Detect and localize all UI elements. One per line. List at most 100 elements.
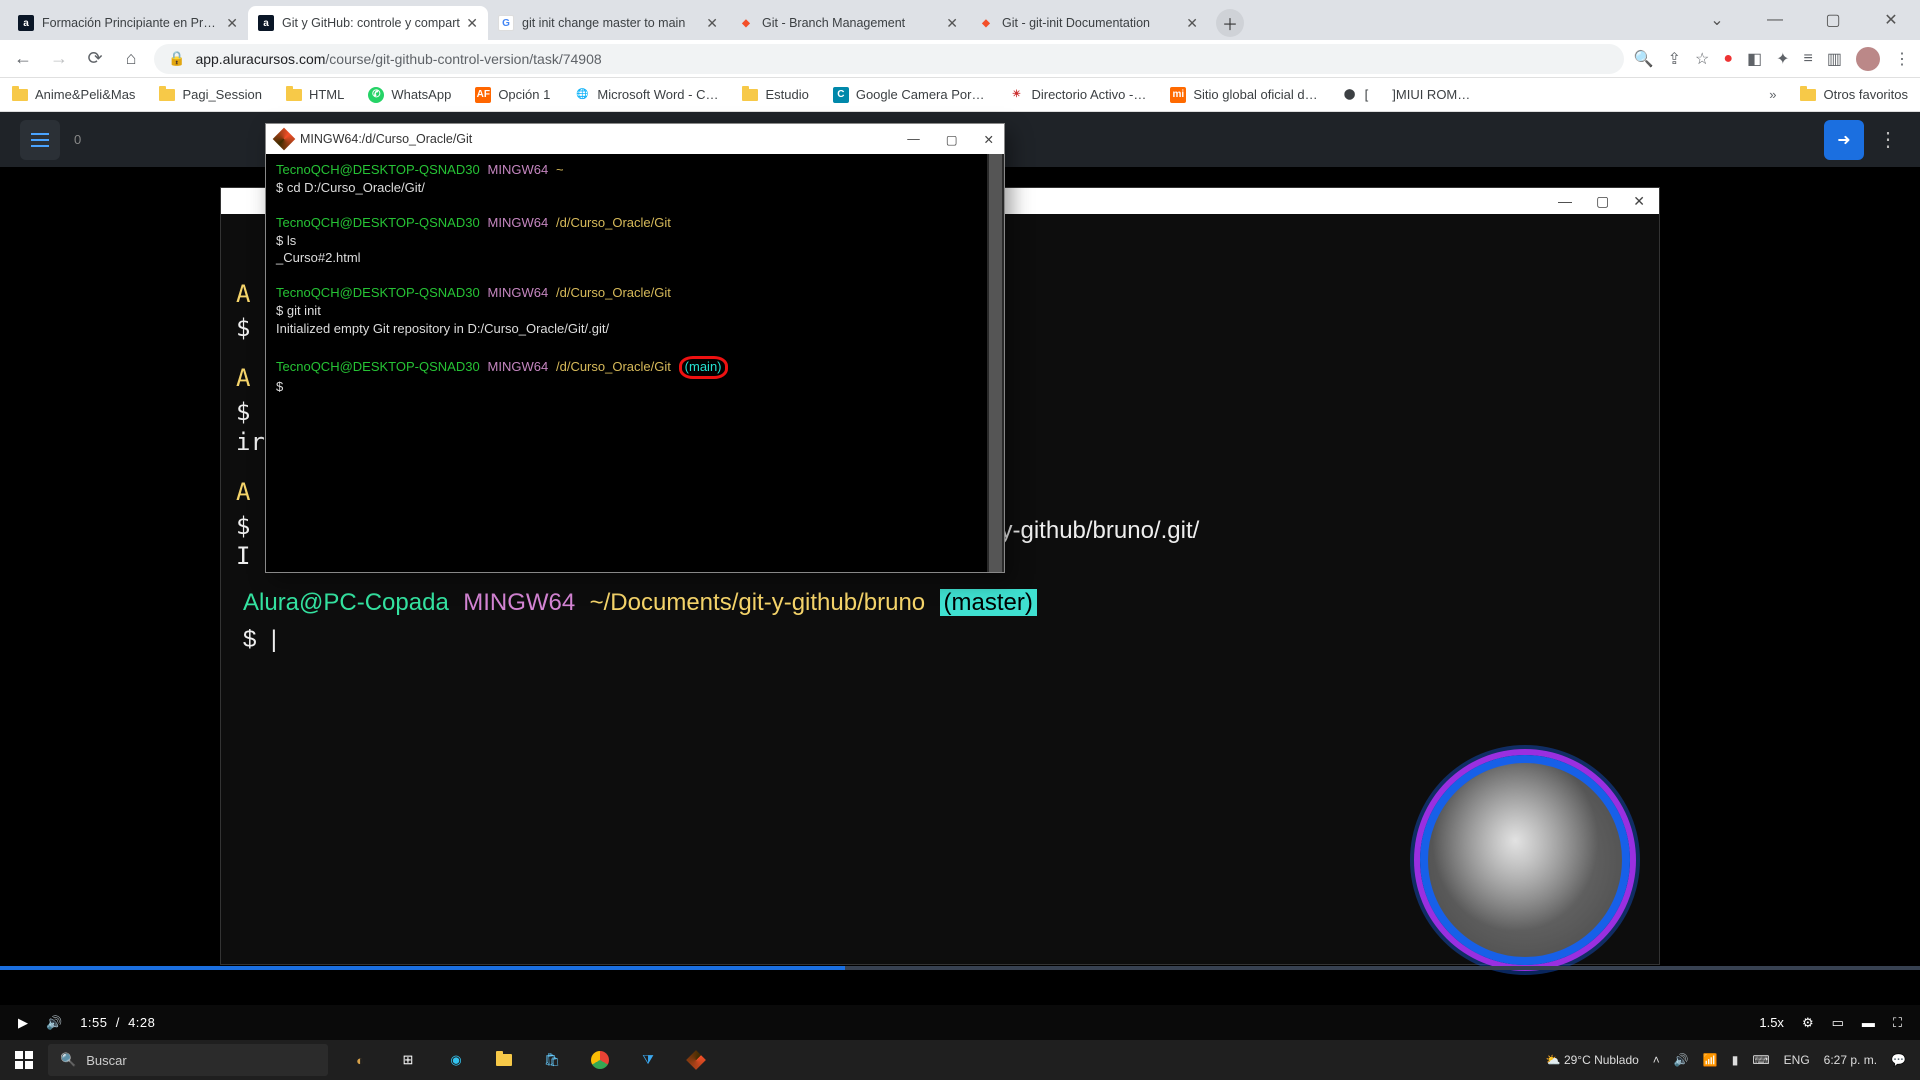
reading-list-icon[interactable]: ▥ — [1827, 49, 1842, 69]
puzzle-icon[interactable]: ✦ — [1776, 49, 1789, 69]
gitbash-taskbar-icon[interactable] — [674, 1040, 718, 1080]
gitbash-titlebar[interactable]: MINGW64:/d/Curso_Oracle/Git — ▢ ✕ — [266, 124, 1004, 154]
site-icon: ⬤ — [1342, 87, 1358, 103]
reload-button[interactable]: ⟳ — [82, 46, 108, 72]
forward-button[interactable]: → — [46, 46, 72, 72]
minimize-icon: — — [1558, 193, 1572, 209]
taskbar-search[interactable]: 🔍 Buscar — [48, 1044, 328, 1076]
close-icon[interactable]: ✕ — [1186, 15, 1198, 32]
next-button[interactable]: ➜ — [1824, 120, 1864, 160]
settings-icon[interactable]: ⚙ — [1802, 1015, 1814, 1031]
favicon: a — [18, 15, 34, 31]
browser-tab[interactable]: ◆ Git - Branch Management ✕ — [728, 6, 968, 40]
fullscreen-icon[interactable]: ⛶ — [1893, 1015, 1902, 1031]
menu-icon[interactable]: ⋮ — [1894, 49, 1910, 69]
bookmark-item[interactable]: ☀Directorio Activo -… — [1008, 87, 1146, 103]
folder-icon — [12, 89, 28, 101]
cortana-icon[interactable]: ◐ — [338, 1040, 382, 1080]
close-icon[interactable]: ✕ — [466, 15, 478, 32]
avatar-icon[interactable] — [1856, 47, 1880, 71]
close-icon[interactable]: ✕ — [226, 15, 238, 32]
window-controls: ⌄ — ▢ ✕ — [1688, 0, 1920, 40]
address-bar: ← → ⟳ ⌂ 🔒 app.aluracursos.com/course/git… — [0, 40, 1920, 78]
sound-icon[interactable]: 🔊 — [1674, 1053, 1689, 1067]
site-icon: AF — [475, 87, 491, 103]
windows-taskbar: 🔍 Buscar ◐ ⊞ ◉ 🛍 ⧩ ⛅ 29°C Nublado ˄ 🔊 📶 … — [0, 1040, 1920, 1080]
maximize-icon: ▢ — [1596, 193, 1609, 210]
maximize-icon[interactable]: ▢ — [1804, 0, 1862, 40]
bookmark-item[interactable]: miSitio global oficial d… — [1170, 87, 1317, 103]
chevron-down-icon[interactable]: ⌄ — [1688, 0, 1746, 40]
tab-title: Git y GitHub: controle y compart — [282, 16, 460, 30]
terminal-output: TecnoQCH@DESKTOP-QSNAD30 MINGW64 ~ $ cd … — [266, 154, 1004, 405]
bookmark-item[interactable]: HTML — [286, 87, 344, 102]
start-button[interactable] — [0, 1051, 48, 1069]
omnibox[interactable]: 🔒 app.aluracursos.com/course/git-github-… — [154, 44, 1624, 74]
speed-label[interactable]: 1.5x — [1759, 1015, 1784, 1030]
bookmark-item[interactable]: ]MIUI ROM… — [1392, 87, 1470, 102]
clock[interactable]: 6:27 p. m. — [1824, 1053, 1877, 1067]
bookmark-item[interactable]: 🌐Microsoft Word - C… — [574, 87, 718, 103]
overflow-icon[interactable]: » — [1769, 87, 1776, 102]
bookmark-item[interactable]: Pagi_Session — [159, 87, 262, 102]
language-indicator[interactable]: ENG — [1784, 1053, 1810, 1067]
bookmark-item[interactable]: ✆WhatsApp — [368, 87, 451, 103]
back-button[interactable]: ← — [10, 46, 36, 72]
extension-icon[interactable]: ◧ — [1747, 49, 1762, 69]
list-icon[interactable]: ≡ — [1804, 50, 1813, 68]
terminal-fragment: A — [236, 361, 250, 396]
keyboard-icon[interactable]: ⌨ — [1752, 1053, 1769, 1067]
close-icon[interactable]: ✕ — [1862, 0, 1920, 40]
scrollbar[interactable] — [987, 154, 1004, 572]
play-button[interactable]: ▶ — [18, 1015, 28, 1031]
explorer-icon[interactable] — [482, 1040, 526, 1080]
zoom-icon[interactable]: 🔍 — [1634, 49, 1654, 69]
gitbash-window[interactable]: MINGW64:/d/Curso_Oracle/Git — ▢ ✕ TecnoQ… — [265, 123, 1005, 573]
close-icon[interactable]: ✕ — [946, 15, 958, 32]
battery-icon[interactable]: ▮ — [1732, 1053, 1739, 1067]
folder-icon — [286, 89, 302, 101]
maximize-icon[interactable]: ▢ — [946, 132, 958, 147]
kebab-icon[interactable]: ⋮ — [1878, 127, 1900, 152]
mini-player-icon[interactable]: ▭ — [1832, 1015, 1844, 1031]
browser-tab[interactable]: a Git y GitHub: controle y compart ✕ — [248, 6, 488, 40]
speaker-avatar — [1420, 755, 1630, 965]
chrome-icon[interactable] — [578, 1040, 622, 1080]
home-button[interactable]: ⌂ — [118, 46, 144, 72]
video-controls: ▶ 🔊 1:55 / 4:28 1.5x ⚙ ▭ ▬ ⛶ — [0, 1005, 1920, 1040]
star-icon[interactable]: ☆ — [1695, 49, 1709, 69]
minimize-icon[interactable]: — — [1746, 0, 1804, 40]
tray-chevron-icon[interactable]: ˄ — [1653, 1053, 1660, 1067]
bookmark-item[interactable]: AFOpción 1 — [475, 87, 550, 103]
browser-tab[interactable]: ◆ Git - git-init Documentation ✕ — [968, 6, 1208, 40]
taskbar-pinned: ◐ ⊞ ◉ 🛍 ⧩ — [338, 1040, 718, 1080]
taskview-icon[interactable]: ⊞ — [386, 1040, 430, 1080]
other-bookmarks[interactable]: Otros favoritos — [1800, 87, 1908, 102]
theater-icon[interactable]: ▬ — [1862, 1015, 1875, 1030]
bookmark-item[interactable]: ⬤[ — [1342, 87, 1369, 103]
store-icon[interactable]: 🛍 — [530, 1040, 574, 1080]
bookmark-item[interactable]: CGoogle Camera Por… — [833, 87, 985, 103]
browser-tab[interactable]: G git init change master to main ✕ — [488, 6, 728, 40]
close-icon[interactable]: ✕ — [706, 15, 718, 32]
volume-button[interactable]: 🔊 — [46, 1015, 62, 1031]
wifi-icon[interactable]: 📶 — [1703, 1053, 1718, 1067]
new-tab-button[interactable]: ＋ — [1216, 9, 1244, 37]
gitbash-icon — [273, 128, 296, 151]
favicon: ◆ — [978, 15, 994, 31]
edge-icon[interactable]: ◉ — [434, 1040, 478, 1080]
vscode-icon[interactable]: ⧩ — [626, 1040, 670, 1080]
notifications-icon[interactable]: 💬 — [1891, 1053, 1906, 1067]
close-icon[interactable]: ✕ — [984, 132, 994, 147]
weather-widget[interactable]: ⛅ 29°C Nublado — [1546, 1053, 1639, 1067]
share-icon[interactable]: ⇪ — [1668, 49, 1681, 69]
progress-bar[interactable] — [0, 966, 1920, 970]
bookmark-item[interactable]: Anime&Peli&Mas — [12, 87, 135, 102]
record-icon[interactable]: ● — [1723, 50, 1733, 68]
bookmark-item[interactable]: Estudio — [742, 87, 808, 102]
terminal-fragment: A — [236, 475, 250, 510]
browser-tab[interactable]: a Formación Principiante en Progra ✕ — [8, 6, 248, 40]
menu-toggle-button[interactable] — [20, 120, 60, 160]
tab-title: git init change master to main — [522, 16, 700, 30]
minimize-icon[interactable]: — — [907, 132, 920, 147]
